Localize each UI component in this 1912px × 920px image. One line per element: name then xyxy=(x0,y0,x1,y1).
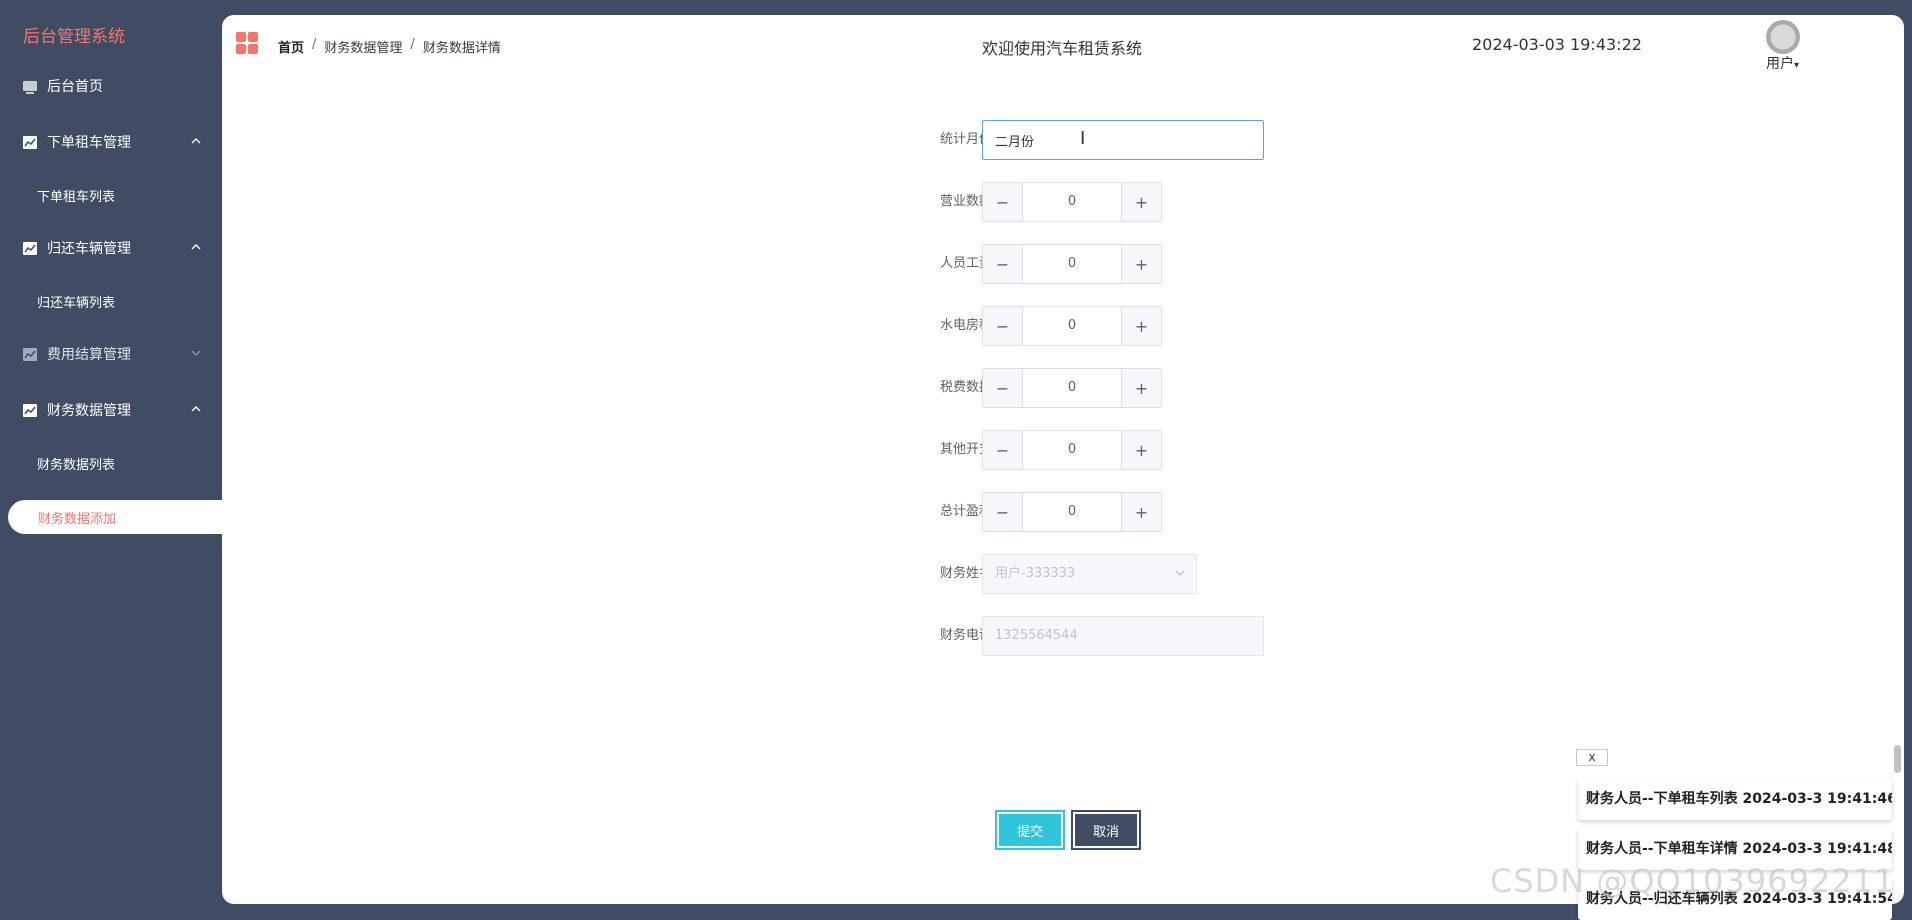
sidebar-item-label: 归还车辆管理 xyxy=(47,241,131,257)
finance-name-label: 财务姓名 xyxy=(939,566,992,581)
chevron-down-icon xyxy=(191,350,201,356)
increment-button[interactable]: + xyxy=(1121,307,1161,345)
breadcrumb-separator: / xyxy=(312,37,317,52)
finance-phone-label: 财务电话 xyxy=(939,628,992,643)
stepper-value[interactable]: 0 xyxy=(1023,183,1121,221)
monitor-icon xyxy=(23,81,37,94)
increment-button[interactable]: + xyxy=(1121,245,1161,283)
chevron-up-icon xyxy=(191,406,201,412)
stepper-value[interactable]: 0 xyxy=(1023,245,1121,283)
total-profit-stepper: − 0 + xyxy=(982,492,1162,532)
sidebar-item-fee-settlement[interactable]: 费用结算管理 xyxy=(0,334,222,374)
utilities-rent-stepper: − 0 + xyxy=(982,306,1162,346)
decrement-button[interactable]: − xyxy=(983,183,1023,221)
main-panel: 首页 / 财务数据管理 / 财务数据详情 欢迎使用汽车租赁系统 2024-03-… xyxy=(222,15,1904,904)
other-expenses-stepper: − 0 + xyxy=(982,430,1162,470)
sidebar-subitem-finance-data-list[interactable]: 财务数据列表 xyxy=(0,443,222,483)
finance-name-select: 用户-333333 xyxy=(982,554,1197,594)
welcome-text: 欢迎使用汽车租赁系统 xyxy=(982,39,1143,58)
text-cursor-icon: I xyxy=(1080,128,1086,149)
breadcrumb-finance-management[interactable]: 财务数据管理 xyxy=(324,37,402,56)
breadcrumb-finance-detail: 财务数据详情 xyxy=(422,41,501,56)
breadcrumb-separator: / xyxy=(410,37,415,52)
chevron-up-icon xyxy=(191,244,201,250)
revenue-stepper: − 0 + xyxy=(982,182,1162,222)
chart-icon xyxy=(23,347,37,361)
sidebar-item-return-vehicle[interactable]: 归还车辆管理 xyxy=(0,228,222,268)
stepper-value[interactable]: 0 xyxy=(1023,369,1121,407)
breadcrumb-home[interactable]: 首页 xyxy=(278,37,304,56)
breadcrumb: 首页 / 财务数据管理 / 财务数据详情 xyxy=(278,37,501,56)
month-label: 统计月份 xyxy=(939,132,992,147)
increment-button[interactable]: + xyxy=(1121,183,1161,221)
watermark: CSDN @QQ1039692211 xyxy=(1490,862,1896,900)
utilities-rent-label: 水电房租 xyxy=(939,318,992,333)
chart-icon xyxy=(23,403,37,417)
sidebar: 后台管理系统 后台首页 下单租车管理 下单租车列表 归还车辆管理 归还车辆列表 … xyxy=(0,0,222,916)
notification-close-button[interactable]: x xyxy=(1576,749,1608,766)
current-datetime: 2024-03-03 19:43:22 xyxy=(1472,35,1642,54)
menu-grid-icon[interactable] xyxy=(236,32,258,54)
brand-title: 后台管理系统 xyxy=(23,27,125,47)
chevron-up-icon xyxy=(191,138,201,144)
tax-label: 税费数据 xyxy=(939,380,992,395)
revenue-label: 营业数额 xyxy=(939,194,992,209)
stepper-value[interactable]: 0 xyxy=(1023,307,1121,345)
sidebar-subitem-finance-data-add[interactable]: 财务数据添加 xyxy=(8,500,222,534)
salary-label: 人员工资 xyxy=(939,256,992,271)
sidebar-subitem-order-rental-list[interactable]: 下单租车列表 xyxy=(0,175,222,215)
sidebar-item-label: 下单租车管理 xyxy=(47,135,131,151)
sidebar-item-label: 费用结算管理 xyxy=(47,347,131,363)
increment-button[interactable]: + xyxy=(1121,431,1161,469)
avatar[interactable] xyxy=(1766,20,1800,54)
submit-button[interactable]: 提交 xyxy=(995,810,1065,850)
tax-stepper: − 0 + xyxy=(982,368,1162,408)
sidebar-item-finance-data[interactable]: 财务数据管理 xyxy=(0,390,222,430)
sidebar-item-label: 财务数据管理 xyxy=(47,403,131,419)
chart-icon xyxy=(23,135,37,149)
other-expenses-label: 其他开支 xyxy=(939,442,992,457)
decrement-button[interactable]: − xyxy=(983,369,1023,407)
select-value: 用户-333333 xyxy=(995,566,1076,581)
sidebar-item-order-rental[interactable]: 下单租车管理 xyxy=(0,122,222,162)
decrement-button[interactable]: − xyxy=(983,493,1023,531)
notification-scrollbar[interactable] xyxy=(1894,745,1901,773)
chevron-down-icon: ▾ xyxy=(1794,60,1800,71)
stepper-value[interactable]: 0 xyxy=(1023,431,1121,469)
cancel-button[interactable]: 取消 xyxy=(1071,810,1141,850)
sidebar-subitem-return-vehicle-list[interactable]: 归还车辆列表 xyxy=(0,281,222,321)
notification-item[interactable]: 财务人员--下单租车列表 2024-03-3 19:41:46 xyxy=(1578,778,1892,820)
sidebar-item-home[interactable]: 后台首页 xyxy=(0,66,222,106)
decrement-button[interactable]: − xyxy=(983,431,1023,469)
sidebar-item-label: 后台首页 xyxy=(47,79,103,95)
decrement-button[interactable]: − xyxy=(983,245,1023,283)
month-input[interactable] xyxy=(982,120,1264,160)
increment-button[interactable]: + xyxy=(1121,493,1161,531)
decrement-button[interactable]: − xyxy=(983,307,1023,345)
chart-icon xyxy=(23,241,37,255)
total-profit-label: 总计盈利 xyxy=(939,504,992,519)
chevron-down-icon xyxy=(1175,570,1185,576)
increment-button[interactable]: + xyxy=(1121,369,1161,407)
user-menu[interactable]: 用户▾ xyxy=(1766,53,1799,73)
finance-phone-field: 1325564544 xyxy=(982,616,1264,656)
user-menu-label: 用户 xyxy=(1766,56,1794,72)
salary-stepper: − 0 + xyxy=(982,244,1162,284)
stepper-value[interactable]: 0 xyxy=(1023,493,1121,531)
